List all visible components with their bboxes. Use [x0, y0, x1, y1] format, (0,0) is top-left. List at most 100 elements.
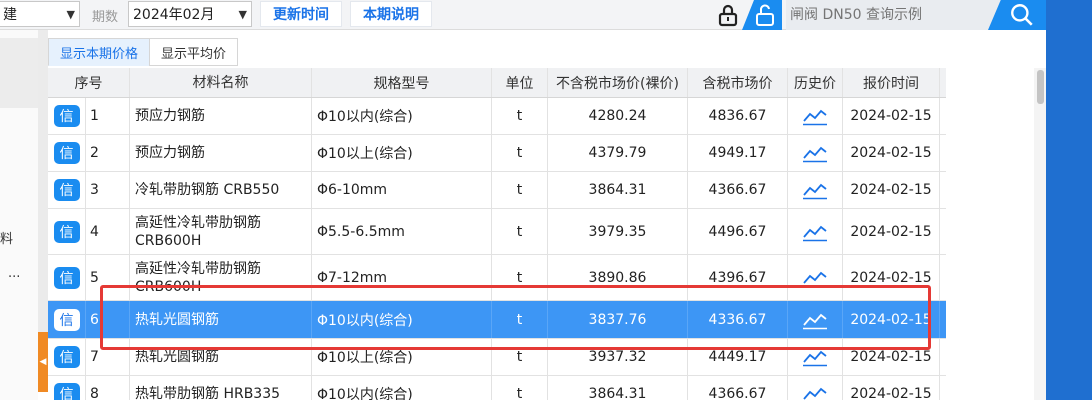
line-chart-icon[interactable]	[802, 384, 828, 400]
lock-icon[interactable]	[716, 3, 740, 27]
table-row[interactable]: 信 2 预应力钢筋 Φ10以上(综合) t 4379.79 4949.17 2024-02-1…	[48, 135, 946, 172]
left-panel-item[interactable]: 料	[0, 228, 13, 247]
table-row[interactable]: 信 3 冷轧带肋钢筋 CRB550 Φ6-10mm t 3864.31 4366.67 202…	[48, 172, 946, 209]
history-chart-cell	[788, 135, 843, 171]
table-header: 序号 材料名称 规格型号 单位 不含税市场价(裸价) 含税市场价 历史价 报价时…	[48, 68, 946, 98]
header-unit[interactable]: 单位	[492, 68, 548, 97]
credit-badge[interactable]: 信	[53, 383, 80, 400]
header-spec[interactable]: 规格型号	[312, 68, 492, 97]
table-row[interactable]: 信 7 热轧光圆钢筋 Φ10以上(综合) t 3937.32 4449.17 2024-02-…	[48, 339, 946, 376]
period-select[interactable]: 2024年02月 ▼	[128, 1, 252, 27]
period-note-button[interactable]: 本期说明	[350, 1, 432, 27]
cell-price-no-tax: 4379.79	[548, 135, 688, 171]
cell-date: 2024-02-15	[843, 98, 940, 134]
cell-price-tax: 4366.67	[688, 172, 788, 208]
collapse-handle[interactable]: ◀	[38, 332, 48, 392]
cell-name: 热轧光圆钢筋	[130, 301, 312, 338]
credit-badge[interactable]: 信	[53, 266, 80, 289]
cell-spec: Φ10以上(综合)	[312, 339, 492, 375]
table-scrollbar[interactable]	[1034, 68, 1046, 400]
cell-price-tax: 4836.67	[688, 98, 788, 134]
credit-badge-cell: 信	[48, 255, 86, 300]
cell-unit: t	[492, 209, 548, 254]
search-icon	[1011, 4, 1033, 26]
history-chart-cell	[788, 301, 843, 338]
credit-badge[interactable]: 信	[53, 346, 80, 368]
cell-price-no-tax: 3979.35	[548, 209, 688, 254]
header-price-no-tax[interactable]: 不含税市场价(裸价)	[548, 68, 688, 97]
scrollbar-thumb[interactable]	[1037, 70, 1044, 104]
left-panel: 料 ...	[0, 30, 38, 400]
cell-spec: Φ5.5-6.5mm	[312, 209, 492, 254]
cell-name: 热轧带肋钢筋 HRB335	[130, 376, 312, 400]
line-chart-icon[interactable]	[802, 143, 828, 163]
cell-unit: t	[492, 255, 548, 300]
header-price-tax[interactable]: 含税市场价	[688, 68, 788, 97]
table-row[interactable]: 信 6 热轧光圆钢筋 Φ10以内(综合) t 3837.76 4336.67 2024-02-…	[48, 301, 946, 339]
line-chart-icon[interactable]	[802, 222, 828, 242]
panel-divider	[38, 30, 48, 332]
toolbar: 建 ▼ 期数 2024年02月 ▼ 更新时间 本期说明	[0, 0, 1046, 30]
cell-price-no-tax: 3864.31	[548, 172, 688, 208]
unlock-button[interactable]	[742, 0, 782, 30]
cell-date: 2024-02-15	[843, 172, 940, 208]
cell-seq: 6	[86, 301, 130, 338]
period-label: 期数	[92, 10, 119, 25]
line-chart-icon[interactable]	[802, 347, 828, 367]
left-panel-more[interactable]: ...	[8, 266, 20, 281]
history-chart-cell	[788, 98, 843, 134]
credit-badge-cell: 信	[48, 301, 86, 338]
cell-price-no-tax: 3864.31	[548, 376, 688, 400]
credit-badge[interactable]: 信	[53, 308, 80, 331]
cell-spec: Φ10以上(综合)	[312, 135, 492, 171]
credit-badge-cell: 信	[48, 98, 86, 134]
cell-seq: 5	[86, 255, 130, 300]
table-row[interactable]: 信 4 高延性冷轧带肋钢筋 CRB600H Φ5.5-6.5mm t 3979.35 449…	[48, 209, 946, 255]
line-chart-icon[interactable]	[802, 106, 828, 126]
credit-badge[interactable]: 信	[53, 105, 80, 127]
header-name[interactable]: 材料名称	[130, 68, 312, 97]
left-panel-band	[0, 38, 38, 108]
credit-badge[interactable]: 信	[53, 179, 80, 201]
update-time-button[interactable]: 更新时间	[260, 1, 342, 27]
header-history[interactable]: 历史价	[788, 68, 843, 97]
cell-name: 高延性冷轧带肋钢筋 CRB600H	[130, 255, 312, 300]
tab-average-price[interactable]: 显示平均价	[149, 38, 239, 66]
cell-date: 2024-02-15	[843, 301, 940, 338]
credit-badge[interactable]: 信	[53, 142, 80, 164]
cell-date: 2024-02-15	[843, 135, 940, 171]
tab-current-price[interactable]: 显示本期价格	[48, 38, 151, 66]
cell-name: 预应力钢筋	[130, 135, 312, 171]
cell-unit: t	[492, 98, 548, 134]
line-chart-icon[interactable]	[802, 268, 828, 288]
cell-date: 2024-02-15	[843, 376, 940, 400]
header-seq[interactable]: 序号	[48, 68, 130, 97]
cell-unit: t	[492, 172, 548, 208]
cell-seq: 2	[86, 135, 130, 171]
price-tabs: 显示本期价格 显示平均价	[48, 38, 239, 66]
cell-spec: Φ10以内(综合)	[312, 301, 492, 338]
cell-price-no-tax: 3837.76	[548, 301, 688, 338]
credit-badge[interactable]: 信	[53, 220, 80, 243]
history-chart-cell	[788, 255, 843, 300]
cell-price-no-tax: 3937.32	[548, 339, 688, 375]
line-chart-icon[interactable]	[802, 310, 828, 330]
cell-price-tax: 4496.67	[688, 209, 788, 254]
cell-seq: 7	[86, 339, 130, 375]
cell-unit: t	[492, 135, 548, 171]
region-select[interactable]: 建 ▼	[0, 1, 80, 27]
line-chart-icon[interactable]	[802, 180, 828, 200]
credit-badge-cell: 信	[48, 172, 86, 208]
cell-unit: t	[492, 301, 548, 338]
cell-price-no-tax: 4280.24	[548, 98, 688, 134]
search-input[interactable]	[786, 2, 991, 28]
table-row[interactable]: 信 1 预应力钢筋 Φ10以内(综合) t 4280.24 4836.67 2024-02-1…	[48, 98, 946, 135]
price-table: 序号 材料名称 规格型号 单位 不含税市场价(裸价) 含税市场价 历史价 报价时…	[48, 68, 1034, 400]
cell-name: 热轧光圆钢筋	[130, 339, 312, 375]
cell-price-tax: 4396.67	[688, 255, 788, 300]
table-row[interactable]: 信 5 高延性冷轧带肋钢筋 CRB600H Φ7-12mm t 3890.86 4396.6…	[48, 255, 946, 301]
cell-date: 2024-02-15	[843, 209, 940, 254]
history-chart-cell	[788, 376, 843, 400]
header-date[interactable]: 报价时间	[843, 68, 940, 97]
table-row[interactable]: 信 8 热轧带肋钢筋 HRB335 Φ10以内(综合) t 3864.31 4366.67 2…	[48, 376, 946, 400]
